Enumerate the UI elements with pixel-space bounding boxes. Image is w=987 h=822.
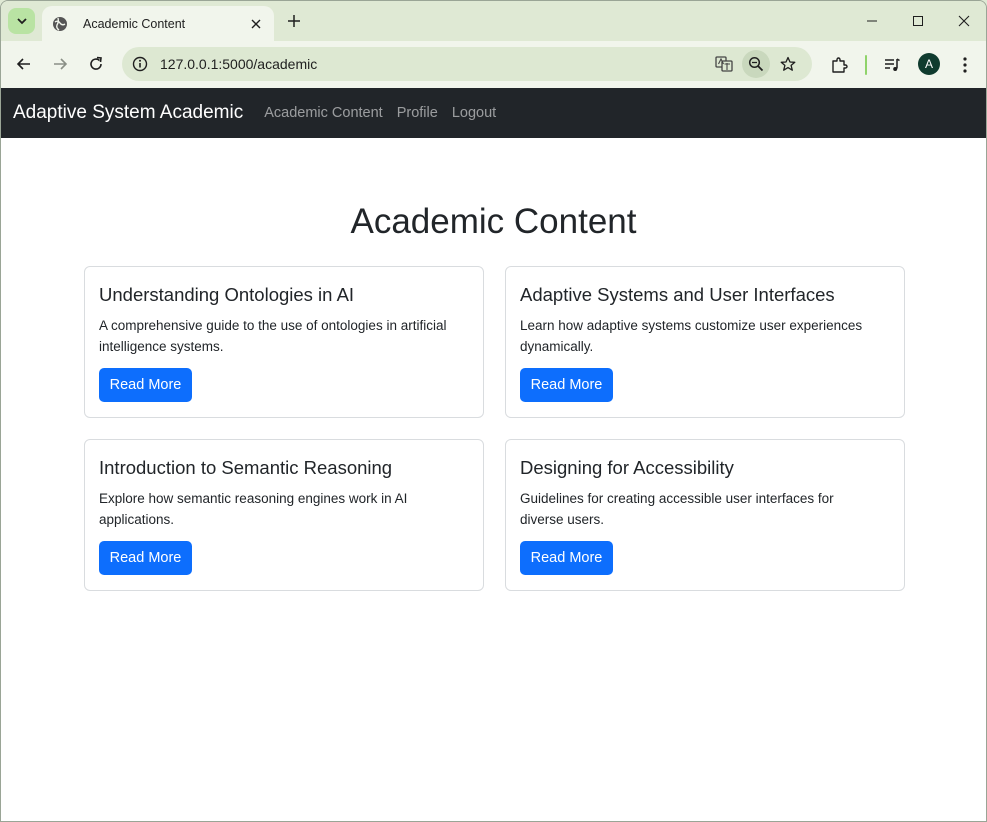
read-more-button[interactable]: Read More [520, 368, 613, 402]
reload-button[interactable] [81, 49, 111, 79]
card-text: Explore how semantic reasoning engines w… [99, 491, 408, 527]
url-text: 127.0.0.1:5000/academic [160, 56, 318, 72]
navbar-brand[interactable]: Adaptive System Academic [13, 102, 243, 124]
nav-link-profile[interactable]: Profile [397, 105, 438, 121]
page-title: Academic Content [350, 202, 637, 241]
maximize-button[interactable] [895, 1, 941, 41]
tab-search-button[interactable] [8, 8, 35, 34]
site-navbar: Adaptive System Academic Academic Conten… [1, 88, 986, 138]
card-text: Guidelines for creating accessible user … [520, 491, 834, 527]
translate-icon[interactable] [710, 50, 738, 78]
browser-toolbar: 127.0.0.1:5000/academic A [1, 41, 986, 88]
puzzle-icon [832, 57, 848, 73]
arrow-right-icon [54, 58, 68, 70]
browser-window: Academic Content 127.0.0.1:5000/academic… [0, 0, 987, 822]
close-icon [958, 15, 970, 27]
extensions-button[interactable] [824, 50, 854, 80]
media-controls-button[interactable] [877, 50, 907, 80]
maximize-icon [913, 16, 923, 26]
close-window-button[interactable] [941, 1, 986, 41]
content-card: Adaptive Systems and User Interfaces Lea… [505, 266, 905, 418]
nav-link-academic-content[interactable]: Academic Content [264, 105, 382, 121]
reload-icon [90, 56, 102, 70]
playlist-icon [885, 58, 900, 71]
address-bar[interactable]: 127.0.0.1:5000/academic [122, 47, 812, 81]
more-vertical-icon [963, 57, 967, 73]
browser-tab[interactable]: Academic Content [42, 6, 274, 41]
back-button[interactable] [9, 49, 39, 79]
page-viewport: Adaptive System Academic Academic Conten… [1, 88, 986, 821]
card-text: Learn how adaptive systems customize use… [520, 318, 863, 354]
card-title: Adaptive Systems and User Interfaces [520, 284, 835, 305]
profile-avatar[interactable]: A [918, 53, 940, 75]
chevron-down-icon [16, 18, 27, 25]
new-tab-button[interactable] [282, 9, 306, 33]
content-card: Understanding Ontologies in AI A compreh… [84, 266, 484, 418]
content-card: Designing for Accessibility Guidelines f… [505, 439, 905, 591]
bookmark-star-icon[interactable] [774, 50, 802, 78]
browser-menu-button[interactable] [950, 50, 980, 80]
card-title: Understanding Ontologies in AI [99, 284, 355, 305]
read-more-button[interactable]: Read More [99, 368, 192, 402]
minimize-button[interactable] [849, 1, 895, 41]
toolbar-separator [865, 55, 867, 75]
zoom-icon[interactable] [742, 50, 770, 78]
card-text: A comprehensive guide to the use of onto… [99, 318, 447, 354]
plus-icon [288, 15, 300, 27]
read-more-button[interactable]: Read More [520, 541, 613, 575]
nav-link-logout[interactable]: Logout [452, 105, 496, 121]
card-title: Designing for Accessibility [520, 457, 734, 478]
card-title: Introduction to Semantic Reasoning [99, 457, 393, 478]
site-info-icon[interactable] [123, 47, 157, 81]
globe-icon [52, 16, 68, 32]
arrow-left-icon [16, 58, 30, 70]
tab-strip: Academic Content [1, 1, 986, 41]
content-card: Introduction to Semantic Reasoning Explo… [84, 439, 484, 591]
read-more-button[interactable]: Read More [99, 541, 192, 575]
close-tab-icon[interactable] [245, 13, 267, 35]
tab-title: Academic Content [83, 16, 186, 31]
minimize-icon [867, 20, 877, 22]
forward-button[interactable] [45, 49, 75, 79]
